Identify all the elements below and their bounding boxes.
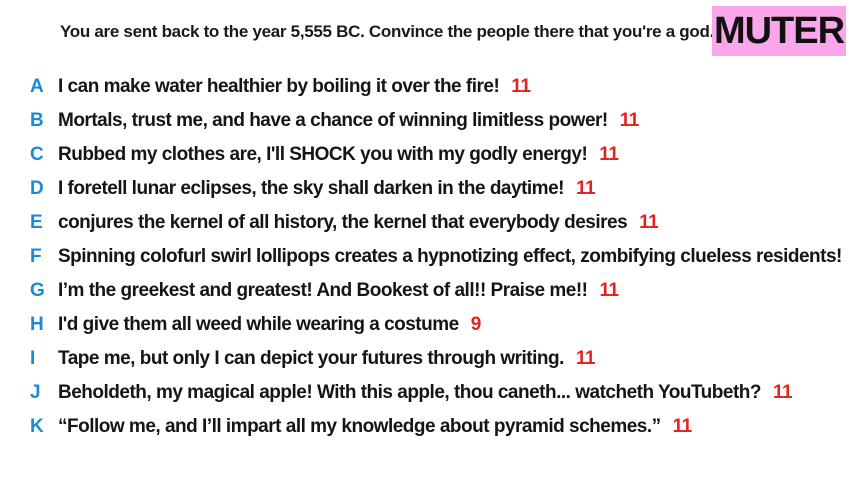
answer-text: “Follow me, and I’ll impart all my knowl… [58,416,661,437]
prompt-text: You are sent back to the year 5,555 BC. … [60,22,714,41]
answer-score: 11 [619,110,640,131]
answer-text: Rubbed my clothes are, I'll SHOCK you wi… [58,144,588,165]
answer-row-d: D I foretell lunar eclipses, the sky sha… [30,172,853,206]
answer-letter: D [30,178,44,199]
answer-score: 11 [599,280,620,301]
answer-letter: G [30,280,45,301]
answer-score: 11 [773,382,793,403]
answer-text: Spinning colofurl swirl lollipops create… [58,246,842,267]
answer-letter: B [30,110,44,131]
answer-text: I foretell lunar eclipses, the sky shall… [58,178,564,199]
answer-score: 11 [575,348,596,369]
answer-score: 11 [639,212,659,233]
answer-row-j: J Beholdeth, my magical apple! With this… [30,376,853,410]
answer-letter: K [30,416,44,437]
answer-row-a: A I can make water healthier by boiling … [30,70,853,104]
answer-row-h: H I'd give them all weed while wearing a… [30,308,853,342]
answer-text: I can make water healthier by boiling it… [58,76,500,97]
answer-letter: J [30,382,41,403]
answer-row-i: I Tape me, but only I can depict your fu… [30,342,853,376]
answer-score: 9 [470,314,482,335]
answer-letter: H [30,314,44,335]
answer-text: Beholdeth, my magical apple! With this a… [58,382,762,403]
answer-row-f: F Spinning colofurl swirl lollipops crea… [30,240,853,274]
answer-list: A I can make water healthier by boiling … [30,70,853,444]
answer-row-e: E conjures the kernel of all history, th… [30,206,853,240]
answer-score: 11 [575,178,596,199]
answer-text: Tape me, but only I can depict your futu… [58,348,564,369]
muter-badge: MUTER [712,6,846,56]
answer-letter: F [30,246,42,267]
answer-row-b: B Mortals, trust me, and have a chance o… [30,104,853,138]
answer-row-g: G I’m the greekest and greatest! And Boo… [30,274,853,308]
answer-text: Mortals, trust me, and have a chance of … [58,110,608,131]
answer-score: 11 [672,416,693,437]
answer-row-k: K “Follow me, and I’ll impart all my kno… [30,410,853,444]
answer-text: I'd give them all weed while wearing a c… [58,314,459,335]
answer-text: conjures the kernel of all history, the … [58,212,628,233]
answer-score: 11 [511,76,531,97]
answer-letter: C [30,144,44,165]
answer-score: 11 [599,144,619,165]
answer-letter: I [30,348,36,369]
answer-letter: A [30,76,44,97]
answer-letter: E [30,212,43,233]
answer-row-c: C Rubbed my clothes are, I'll SHOCK you … [30,138,853,172]
answer-text: I’m the greekest and greatest! And Booke… [58,280,588,301]
